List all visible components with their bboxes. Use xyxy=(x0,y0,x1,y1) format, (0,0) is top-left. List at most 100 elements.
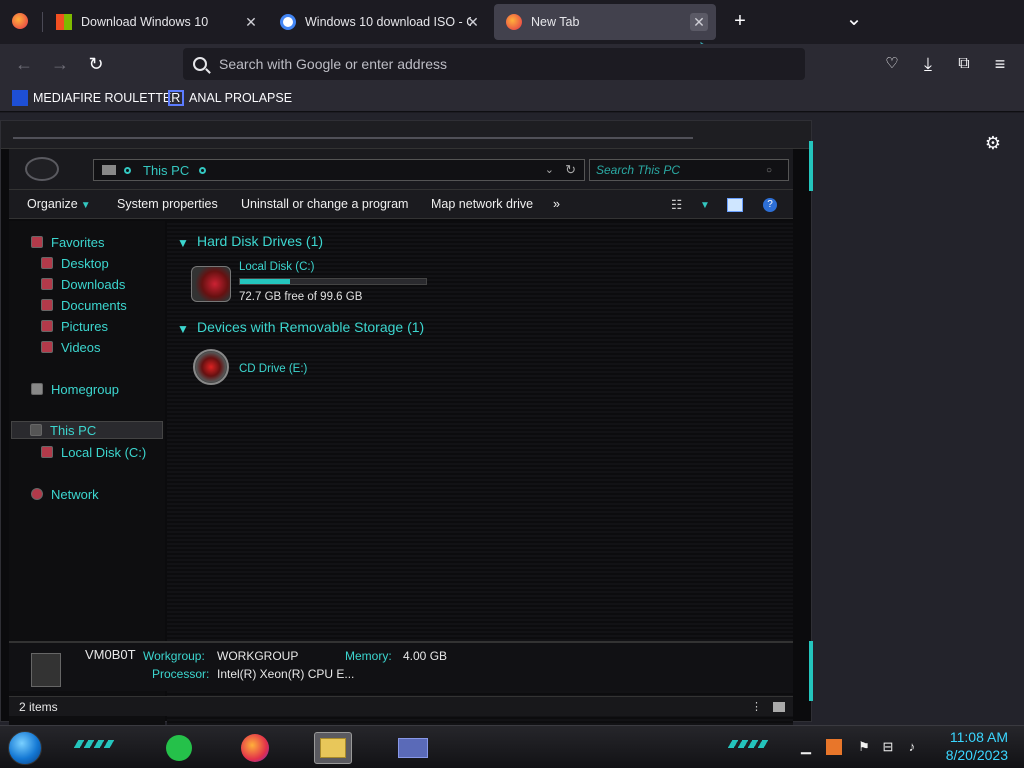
organize-button[interactable]: Organize ▼ xyxy=(27,197,91,211)
file-explorer-window: This PC ⌄ ↻ ○ Organize▼ System propertie… xyxy=(0,120,813,735)
address-row: This PC ⌄ ↻ ○ xyxy=(9,149,793,189)
drive-usage-fill xyxy=(240,279,291,284)
nav-homegroup[interactable]: Homegroup xyxy=(31,380,119,398)
organize-label: Organize xyxy=(27,197,78,211)
explorer-title-bar[interactable] xyxy=(1,121,811,149)
nav-network[interactable]: Network xyxy=(31,485,99,503)
breadcrumb-separator-icon[interactable] xyxy=(199,166,207,174)
taskbar-control-panel[interactable] xyxy=(394,732,432,764)
pocket-icon[interactable]: ♡ xyxy=(880,52,904,76)
homegroup-icon xyxy=(31,383,43,395)
downloads-icon[interactable]: ⤓ xyxy=(916,52,940,76)
status-bar: 2 items ⋮ xyxy=(9,696,793,716)
network-tray-icon[interactable]: ▁ xyxy=(798,739,814,755)
tab-new-tab[interactable]: New Tab ✕ xyxy=(494,4,716,40)
app-tray-icon[interactable] xyxy=(826,739,842,755)
firefox-menu-icon[interactable] xyxy=(12,13,28,29)
new-tab-button[interactable]: + xyxy=(729,10,751,32)
bookmark-second[interactable]: ANAL PROLAPSE xyxy=(168,89,292,107)
breadcrumb-separator-icon xyxy=(124,166,131,174)
reload-icon[interactable]: ↻ xyxy=(84,52,108,76)
taskbar-firefox[interactable] xyxy=(236,732,274,764)
windows-logo-icon xyxy=(56,14,72,30)
tab-download-windows[interactable]: Download Windows 10 ✕ xyxy=(44,4,268,40)
desktop-icon xyxy=(41,257,53,269)
volume-icon[interactable]: ♪ xyxy=(904,739,920,755)
chevron-down-icon: ▼ xyxy=(177,322,189,336)
computer-icon xyxy=(102,165,116,175)
forward-arrow-icon[interactable]: → xyxy=(48,52,72,76)
clock-date[interactable]: 8/20/2023 xyxy=(930,747,1008,763)
group-removable-storage[interactable]: ▼ Devices with Removable Storage (1) xyxy=(177,319,425,336)
menu-hamburger-icon[interactable]: ≡ xyxy=(988,52,1012,76)
close-tab-icon[interactable]: ✕ xyxy=(690,13,708,31)
group-hard-disk-drives[interactable]: ▼ Hard Disk Drives (1) xyxy=(177,233,324,250)
taskbar-decoration xyxy=(73,740,115,748)
tab-windows-iso[interactable]: Windows 10 download ISO - Go ✕ xyxy=(268,4,490,40)
details-view-icon[interactable]: ⋮ xyxy=(751,700,762,713)
nav-downloads[interactable]: Downloads xyxy=(41,275,125,293)
address-bar[interactable]: This PC ⌄ ↻ xyxy=(93,159,585,181)
large-icons-view-icon[interactable] xyxy=(773,702,785,712)
uninstall-program-button[interactable]: Uninstall or change a program xyxy=(241,197,408,211)
bookmarks-toolbar: MEDIAFIRE ROULETTER ANAL PROLAPSE xyxy=(0,84,1024,112)
computer-name: VM0B0T xyxy=(85,647,136,662)
map-network-drive-button[interactable]: Map network drive xyxy=(431,197,533,211)
back-arrow-icon[interactable]: ← xyxy=(12,52,36,76)
nav-pictures[interactable]: Pictures xyxy=(41,317,108,335)
nav-label: Favorites xyxy=(51,234,105,250)
nav-documents[interactable]: Documents xyxy=(41,296,127,314)
hard-drive-icon xyxy=(191,266,231,302)
network-status-icon[interactable]: ⊟ xyxy=(880,739,896,755)
start-orb-icon[interactable] xyxy=(8,731,42,765)
taskbar-notes-app[interactable] xyxy=(160,732,198,764)
preview-pane-icon[interactable] xyxy=(727,198,743,212)
close-tab-icon[interactable]: ✕ xyxy=(464,13,482,31)
url-bar[interactable] xyxy=(183,48,805,80)
nav-label: Downloads xyxy=(61,276,126,292)
search-input[interactable] xyxy=(596,163,766,177)
pictures-icon xyxy=(41,320,53,332)
taskbar: ▁ ⚑ ⊟ ♪ 11:08 AM 8/20/2023 xyxy=(0,725,1024,768)
taskbar-file-explorer[interactable] xyxy=(314,732,352,764)
nav-favorites[interactable]: Favorites xyxy=(31,233,104,251)
workgroup-label: Workgroup: xyxy=(143,649,205,663)
group-label: Hard Disk Drives (1) xyxy=(197,233,324,249)
memory-value: 4.00 GB xyxy=(403,649,448,663)
view-chevron-icon[interactable]: ▼ xyxy=(697,197,710,211)
refresh-icon[interactable]: ↻ xyxy=(565,162,576,178)
nav-videos[interactable]: Videos xyxy=(41,338,101,356)
tab-list-chevron-icon[interactable]: ⌄ xyxy=(844,6,864,30)
help-icon[interactable]: ? xyxy=(763,198,777,212)
tab-title: New Tab xyxy=(531,15,580,29)
nav-local-disk[interactable]: Local Disk (C:) xyxy=(41,443,146,461)
window-edge-decoration xyxy=(809,641,813,701)
bookmark-mediafire[interactable]: MEDIAFIRE ROULETTER xyxy=(12,89,180,107)
star-icon xyxy=(31,236,43,248)
nav-this-pc[interactable]: This PC xyxy=(11,421,163,439)
url-input[interactable] xyxy=(219,56,779,72)
nav-label: Documents xyxy=(61,297,127,313)
system-properties-button[interactable]: System properties xyxy=(117,197,218,211)
nav-label: Pictures xyxy=(61,318,108,334)
flag-icon[interactable]: ⚑ xyxy=(856,739,872,755)
group-label: Devices with Removable Storage (1) xyxy=(197,319,425,335)
explorer-search-box[interactable]: ○ xyxy=(589,159,789,181)
clock-time[interactable]: 11:08 AM xyxy=(936,729,1008,745)
nav-label: Network xyxy=(51,486,99,502)
more-commands-button[interactable]: » xyxy=(553,197,560,211)
chevron-down-icon[interactable]: ⌄ xyxy=(545,163,554,176)
folder-icon xyxy=(320,738,346,758)
nav-desktop[interactable]: Desktop xyxy=(41,254,109,272)
downloads-icon xyxy=(41,278,53,290)
gear-icon[interactable]: ⚙ xyxy=(983,133,1003,153)
drive-free-space: 72.7 GB free of 99.6 GB xyxy=(239,291,363,303)
breadcrumb-this-pc[interactable]: This PC xyxy=(143,163,189,178)
view-options-icon[interactable]: ☷ xyxy=(671,197,682,212)
drive-usage-bar xyxy=(239,278,427,285)
chevron-down-icon: ▼ xyxy=(80,200,91,211)
google-logo-icon xyxy=(280,14,296,30)
close-tab-icon[interactable]: ✕ xyxy=(242,13,260,31)
extensions-icon[interactable]: ⧉ xyxy=(952,52,976,76)
back-forward-orb-icon[interactable] xyxy=(25,157,59,181)
